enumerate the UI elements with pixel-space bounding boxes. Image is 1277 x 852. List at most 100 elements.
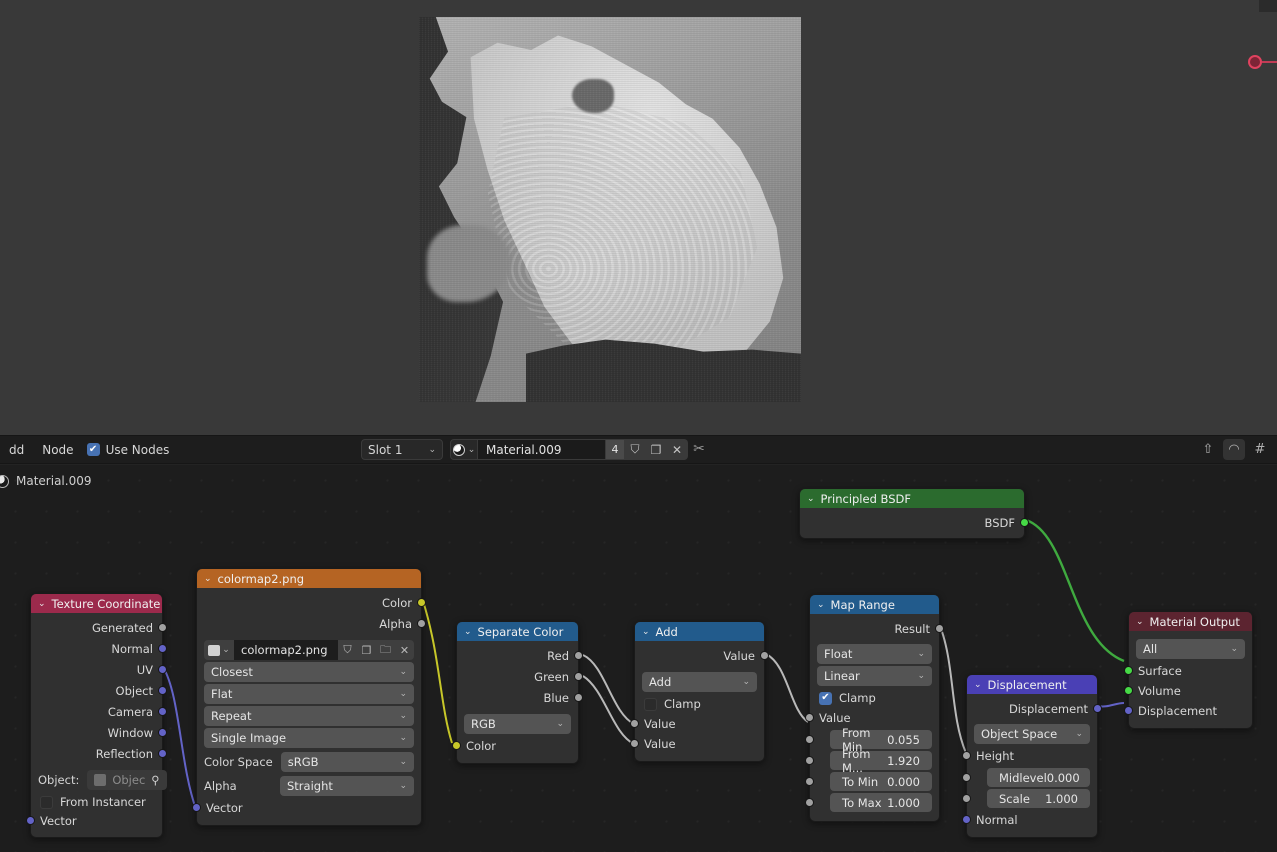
input-color[interactable]: Color xyxy=(452,736,578,756)
output-normal[interactable]: Normal xyxy=(31,638,167,659)
socket-uv[interactable] xyxy=(158,665,167,674)
socket-displacement[interactable] xyxy=(1124,706,1133,715)
node-image-texture[interactable]: ⌄ colormap2.png Color Alpha ⌄ colormap2.… xyxy=(192,568,426,826)
new-image-copy-icon[interactable]: ❐ xyxy=(357,640,376,660)
node-separate-color[interactable]: ⌄ Separate Color Red Green Blue RGB ⌄ Co… xyxy=(452,621,583,764)
fake-user-shield-icon[interactable]: ⛉ xyxy=(338,640,357,660)
material-name-input[interactable]: Material.009 xyxy=(478,439,606,460)
node-material-output[interactable]: ⌄ Material Output All ⌄ Surface Volume D… xyxy=(1124,611,1253,729)
socket-value-1[interactable] xyxy=(630,719,639,728)
input-normal[interactable]: Normal xyxy=(962,810,1097,830)
pin-icon[interactable]: ✂ xyxy=(690,440,708,458)
menu-add[interactable]: dd xyxy=(0,443,33,457)
socket-blue[interactable] xyxy=(574,693,583,702)
input-surface[interactable]: Surface xyxy=(1124,661,1252,681)
output-uv[interactable]: UV xyxy=(31,659,167,680)
alpha-dropdown[interactable]: Straight ⌄ xyxy=(280,776,414,796)
unlink-material-x-icon[interactable]: ✕ xyxy=(667,439,688,460)
output-bsdf[interactable]: BSDF xyxy=(800,512,1029,533)
new-material-copy-icon[interactable]: ❐ xyxy=(646,439,667,460)
socket-displacement-out[interactable] xyxy=(1093,704,1102,713)
socket-value-2[interactable] xyxy=(630,739,639,748)
input-height[interactable]: Height xyxy=(962,746,1097,766)
node-header-material-output[interactable]: ⌄ Material Output xyxy=(1129,612,1252,631)
node-header-texture-coordinate[interactable]: ⌄ Texture Coordinate xyxy=(31,594,162,613)
operation-dropdown[interactable]: Add ⌄ xyxy=(642,672,757,692)
socket-color[interactable] xyxy=(452,741,461,750)
socket-vector[interactable] xyxy=(192,803,201,812)
output-reflection[interactable]: Reflection xyxy=(31,743,167,764)
output-camera[interactable]: Camera xyxy=(31,701,167,722)
interpolation-dropdown[interactable]: Linear ⌄ xyxy=(817,666,932,686)
checkbox-checked-icon[interactable]: ✔ xyxy=(86,443,100,456)
output-object[interactable]: Object xyxy=(31,680,167,701)
space-dropdown[interactable]: Object Space ⌄ xyxy=(974,724,1090,744)
node-displacement[interactable]: ⌄ Displacement Displacement Object Space… xyxy=(962,674,1102,838)
node-header-principled-bsdf[interactable]: ⌄ Principled BSDF xyxy=(800,489,1024,508)
socket-from-max[interactable] xyxy=(805,756,814,765)
socket-result[interactable] xyxy=(935,624,944,633)
node-editor-canvas[interactable]: Material.009 ⌄ Texture Coordinate Genera… xyxy=(0,465,1277,852)
socket-green[interactable] xyxy=(574,672,583,681)
extension-dropdown[interactable]: Repeat ⌄ xyxy=(204,706,414,726)
input-value-2[interactable]: Value xyxy=(630,734,764,754)
field-scale[interactable]: Scale 1.000 xyxy=(962,789,1090,808)
socket-normal[interactable] xyxy=(158,644,167,653)
chevron-down-icon[interactable]: ⌄ xyxy=(1136,617,1144,627)
socket-bsdf[interactable] xyxy=(1020,518,1029,527)
input-vector[interactable]: Vector xyxy=(26,812,162,830)
chevron-down-icon[interactable]: ⌄ xyxy=(974,680,982,690)
node-header-separate-color[interactable]: ⌄ Separate Color xyxy=(457,622,578,641)
output-color[interactable]: Color xyxy=(197,592,426,613)
object-picker[interactable]: Objec ⚲ xyxy=(87,770,167,790)
input-value-1[interactable]: Value xyxy=(630,714,764,734)
source-dropdown[interactable]: Single Image ⌄ xyxy=(204,728,414,748)
fake-user-shield-icon[interactable]: ⛉ xyxy=(625,439,646,460)
node-principled-bsdf[interactable]: ⌄ Principled BSDF BSDF xyxy=(799,488,1029,539)
chevron-down-icon[interactable]: ⌄ xyxy=(807,494,815,504)
checkbox-unchecked-icon[interactable] xyxy=(40,795,53,809)
socket-value[interactable] xyxy=(805,713,814,722)
material-users-count[interactable]: 4 xyxy=(606,439,625,460)
chevron-down-icon[interactable]: ⌄ xyxy=(204,574,212,584)
socket-from-min[interactable] xyxy=(805,735,814,744)
socket-camera[interactable] xyxy=(158,707,167,716)
output-result[interactable]: Result xyxy=(810,618,944,639)
color-space-dropdown[interactable]: sRGB ⌄ xyxy=(280,752,414,772)
node-header-math-add[interactable]: ⌄ Add xyxy=(635,622,764,641)
menu-node[interactable]: Node xyxy=(33,443,82,457)
output-displacement[interactable]: Displacement xyxy=(967,698,1102,719)
unlink-image-x-icon[interactable]: ✕ xyxy=(395,640,414,660)
interpolation-dropdown[interactable]: Closest ⌄ xyxy=(204,662,414,682)
input-volume[interactable]: Volume xyxy=(1124,681,1252,701)
image-name-input[interactable]: colormap2.png xyxy=(234,640,338,660)
output-red[interactable]: Red xyxy=(457,645,583,666)
output-generated[interactable]: Generated xyxy=(31,617,167,638)
socket-value-out[interactable] xyxy=(760,651,769,660)
socket-midlevel[interactable] xyxy=(962,773,971,782)
clamp-toggle[interactable]: ✔ Clamp xyxy=(810,688,939,708)
output-alpha[interactable]: Alpha xyxy=(197,613,426,634)
socket-to-min[interactable] xyxy=(805,777,814,786)
open-image-folder-icon[interactable]: 🗀 xyxy=(376,640,395,660)
snap-magnet-icon[interactable]: ⇧ xyxy=(1197,439,1219,460)
output-green[interactable]: Green xyxy=(457,666,583,687)
output-window[interactable]: Window xyxy=(31,722,167,743)
socket-to-max[interactable] xyxy=(805,798,814,807)
overlays-icon[interactable]: # xyxy=(1249,439,1271,460)
projection-dropdown[interactable]: Flat ⌄ xyxy=(204,684,414,704)
socket-surface[interactable] xyxy=(1124,666,1133,675)
checkbox-checked-icon[interactable]: ✔ xyxy=(819,691,832,705)
node-texture-coordinate[interactable]: ⌄ Texture Coordinate Generated Normal UV… xyxy=(26,593,167,838)
chevron-down-icon[interactable]: ⌄ xyxy=(817,600,825,610)
chevron-down-icon[interactable]: ⌄ xyxy=(38,599,46,609)
clamp-toggle[interactable]: Clamp xyxy=(635,694,764,714)
chevron-down-icon[interactable]: ⌄ xyxy=(464,627,472,637)
node-map-range[interactable]: ⌄ Map Range Result Float ⌄ Linear ⌄ ✔ Cl… xyxy=(805,594,944,822)
chevron-down-icon[interactable]: ⌄ xyxy=(642,627,650,637)
socket-color[interactable] xyxy=(417,598,426,607)
socket-volume[interactable] xyxy=(1124,686,1133,695)
from-instancer-toggle[interactable]: From Instancer xyxy=(31,792,162,812)
field-to-max[interactable]: To Max 1.000 xyxy=(805,793,932,812)
socket-object[interactable] xyxy=(158,686,167,695)
